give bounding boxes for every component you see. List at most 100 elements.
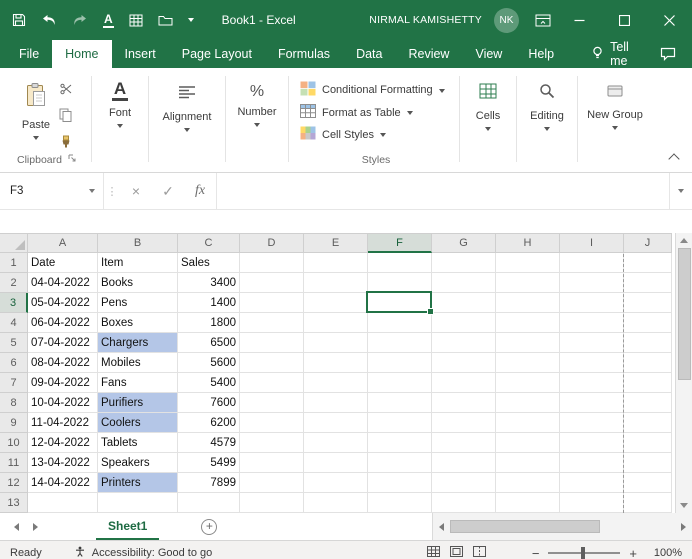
tab-formulas[interactable]: Formulas xyxy=(265,40,343,68)
cell-B6[interactable]: Mobiles xyxy=(98,353,178,373)
cell-J4[interactable] xyxy=(624,313,672,333)
cell-F5[interactable] xyxy=(368,333,432,353)
row-header-12[interactable]: 12 xyxy=(0,473,28,493)
cell-A8[interactable]: 10-04-2022 xyxy=(28,393,98,413)
zoom-slider-thumb[interactable] xyxy=(581,547,586,559)
cell-E11[interactable] xyxy=(304,453,368,473)
cell-J10[interactable] xyxy=(624,433,672,453)
cell-E7[interactable] xyxy=(304,373,368,393)
horizontal-scrollbar-track[interactable] xyxy=(450,520,675,533)
tab-file[interactable]: File xyxy=(6,40,52,68)
cell-C6[interactable]: 5600 xyxy=(178,353,240,373)
row-header-8[interactable]: 8 xyxy=(0,393,28,413)
tab-page-layout[interactable]: Page Layout xyxy=(169,40,265,68)
column-header-E[interactable]: E xyxy=(304,233,368,253)
scroll-down-icon[interactable] xyxy=(676,498,692,513)
cell-H12[interactable] xyxy=(496,473,560,493)
cell-F2[interactable] xyxy=(368,273,432,293)
cell-E1[interactable] xyxy=(304,253,368,273)
cell-E9[interactable] xyxy=(304,413,368,433)
row-header-7[interactable]: 7 xyxy=(0,373,28,393)
cell-D12[interactable] xyxy=(240,473,304,493)
cell-I2[interactable] xyxy=(560,273,624,293)
cell-I13[interactable] xyxy=(560,493,624,513)
cell-H5[interactable] xyxy=(496,333,560,353)
zoom-out-button[interactable]: − xyxy=(532,547,540,559)
column-header-D[interactable]: D xyxy=(240,233,304,253)
cell-J13[interactable] xyxy=(624,493,672,513)
normal-view-icon[interactable] xyxy=(426,546,440,559)
cell-C1[interactable]: Sales xyxy=(178,253,240,273)
cell-E8[interactable] xyxy=(304,393,368,413)
cancel-icon[interactable]: × xyxy=(120,173,152,209)
enter-check-icon[interactable]: ✓ xyxy=(152,173,184,209)
format-painter-icon[interactable] xyxy=(60,135,72,153)
cell-A1[interactable]: Date xyxy=(28,253,98,273)
cell-C7[interactable]: 5400 xyxy=(178,373,240,393)
cell-styles-button[interactable]: Cell Styles xyxy=(300,126,386,143)
cell-D7[interactable] xyxy=(240,373,304,393)
maximize-button[interactable] xyxy=(602,0,647,40)
row-header-6[interactable]: 6 xyxy=(0,353,28,373)
cell-D3[interactable] xyxy=(240,293,304,313)
cell-A4[interactable]: 06-04-2022 xyxy=(28,313,98,333)
cell-F7[interactable] xyxy=(368,373,432,393)
cell-D2[interactable] xyxy=(240,273,304,293)
cell-J9[interactable] xyxy=(624,413,672,433)
undo-icon[interactable] xyxy=(41,14,57,27)
cell-B4[interactable]: Boxes xyxy=(98,313,178,333)
cell-H3[interactable] xyxy=(496,293,560,313)
row-header-5[interactable]: 5 xyxy=(0,333,28,353)
insert-function-icon[interactable]: fx xyxy=(184,173,216,209)
cell-H1[interactable] xyxy=(496,253,560,273)
zoom-slider[interactable] xyxy=(548,547,621,559)
cell-E6[interactable] xyxy=(304,353,368,373)
cell-F4[interactable] xyxy=(368,313,432,333)
cell-B7[interactable]: Fans xyxy=(98,373,178,393)
tab-home[interactable]: Home xyxy=(52,40,112,68)
alignment-group-button[interactable]: Alignment xyxy=(163,80,211,132)
cell-H4[interactable] xyxy=(496,313,560,333)
cell-I8[interactable] xyxy=(560,393,624,413)
cell-J11[interactable] xyxy=(624,453,672,473)
cell-I5[interactable] xyxy=(560,333,624,353)
cell-G1[interactable] xyxy=(432,253,496,273)
cell-D6[interactable] xyxy=(240,353,304,373)
formula-input[interactable] xyxy=(216,173,670,209)
horizontal-scrollbar[interactable] xyxy=(432,513,692,540)
cell-B13[interactable] xyxy=(98,493,178,513)
column-header-C[interactable]: C xyxy=(178,233,240,253)
cell-J8[interactable] xyxy=(624,393,672,413)
cell-C4[interactable]: 1800 xyxy=(178,313,240,333)
cell-G12[interactable] xyxy=(432,473,496,493)
format-as-table-button[interactable]: Format as Table xyxy=(300,104,413,121)
cell-B11[interactable]: Speakers xyxy=(98,453,178,473)
row-header-4[interactable]: 4 xyxy=(0,313,28,333)
accessibility-status[interactable]: Accessibility: Good to go xyxy=(74,546,212,559)
cell-F12[interactable] xyxy=(368,473,432,493)
zoom-level[interactable]: 100% xyxy=(646,547,682,559)
cell-B12[interactable]: Printers xyxy=(98,473,178,493)
formula-bar-grip[interactable]: ⋮ xyxy=(104,173,120,209)
vertical-scrollbar[interactable] xyxy=(675,233,692,513)
vertical-scrollbar-thumb[interactable] xyxy=(677,248,691,380)
cells-group-button[interactable]: Cells xyxy=(476,80,500,131)
zoom-in-button[interactable]: + xyxy=(629,547,637,559)
page-break-preview-icon[interactable] xyxy=(472,546,486,559)
cell-H13[interactable] xyxy=(496,493,560,513)
tab-review[interactable]: Review xyxy=(395,40,462,68)
cell-H9[interactable] xyxy=(496,413,560,433)
cell-I9[interactable] xyxy=(560,413,624,433)
cell-C3[interactable]: 1400 xyxy=(178,293,240,313)
cell-I7[interactable] xyxy=(560,373,624,393)
cell-F10[interactable] xyxy=(368,433,432,453)
cell-J7[interactable] xyxy=(624,373,672,393)
page-layout-view-icon[interactable] xyxy=(449,546,463,559)
cell-I3[interactable] xyxy=(560,293,624,313)
ribbon-display-options-icon[interactable] xyxy=(535,14,551,27)
new-group-button[interactable]: New Group xyxy=(587,80,643,130)
cell-G2[interactable] xyxy=(432,273,496,293)
font-group-button[interactable]: A Font xyxy=(109,80,131,128)
cell-A5[interactable]: 07-04-2022 xyxy=(28,333,98,353)
row-header-1[interactable]: 1 xyxy=(0,253,28,273)
